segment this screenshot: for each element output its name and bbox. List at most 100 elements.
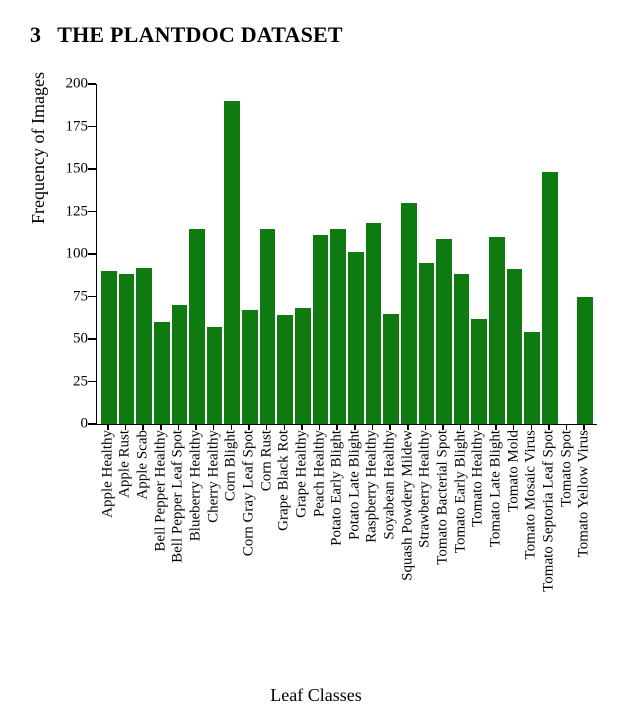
section-heading: 3 THE PLANTDOC DATASET [30, 22, 610, 48]
bar [489, 237, 505, 424]
bar [524, 332, 540, 424]
bar [436, 239, 452, 424]
bar [419, 263, 435, 425]
y-tick-label: 75 [73, 288, 88, 305]
y-tick [88, 168, 96, 170]
y-tick [88, 296, 96, 298]
x-tick-label: Corn Blight [223, 430, 240, 501]
chart: Frequency of Images 02550751001251501752… [36, 84, 596, 704]
x-tick-label: Tomato Yellow Virus [576, 430, 593, 557]
x-tick-label: Apple Healthy [99, 430, 116, 518]
x-tick [231, 424, 233, 430]
x-tick [319, 424, 321, 430]
x-tick-label: Bell Pepper Leaf Spot [170, 430, 187, 563]
x-tick [372, 424, 374, 430]
bar [136, 268, 152, 424]
x-tick-label: Cherry Healthy [205, 430, 222, 523]
bar [101, 271, 117, 424]
x-tick-label: Tomato Mold [505, 430, 522, 512]
y-tick [88, 253, 96, 255]
bar [277, 315, 293, 424]
x-tick-label: Apple Scab [135, 430, 152, 500]
y-tick-label: 25 [73, 373, 88, 390]
y-tick [88, 423, 96, 425]
x-tick [478, 424, 480, 430]
bar [154, 322, 170, 424]
section-text: THE PLANTDOC DATASET [57, 22, 343, 47]
bar [330, 229, 346, 425]
x-tick-label: Soyabean Healthy [382, 430, 399, 540]
x-tick-label: Blueberry Healthy [188, 430, 205, 541]
y-tick-label: 200 [66, 76, 89, 93]
x-tick-label: Squash Powdery Mildew [399, 430, 416, 581]
y-tick-label: 0 [81, 416, 89, 433]
x-tick-label: Grape Healthy [293, 430, 310, 518]
x-tick-label: Tomato Late Blight [487, 430, 504, 547]
section-number: 3 [30, 22, 41, 47]
x-tick [442, 424, 444, 430]
x-tick [460, 424, 462, 430]
x-tick [248, 424, 250, 430]
bar [348, 252, 364, 424]
y-tick [88, 83, 96, 85]
y-tick-label: 150 [66, 161, 89, 178]
x-tick-label: Tomato Spot [558, 430, 575, 507]
x-tick-label: Tomato Bacterial Spot [435, 430, 452, 565]
x-tick [301, 424, 303, 430]
x-tick [566, 424, 568, 430]
bar [224, 101, 240, 424]
x-tick [548, 424, 550, 430]
x-tick [125, 424, 127, 430]
y-tick-label: 175 [66, 118, 89, 135]
x-tick [425, 424, 427, 430]
x-ticks: Apple HealthyApple RustApple ScabBell Pe… [96, 430, 596, 680]
x-tick [213, 424, 215, 430]
bar [172, 305, 188, 424]
y-tick [88, 338, 96, 340]
x-tick-label: Potato Early Blight [329, 430, 346, 546]
bar [260, 229, 276, 425]
bar [471, 319, 487, 424]
x-tick-label: Grape Black Rot [276, 430, 293, 531]
x-tick [336, 424, 338, 430]
x-tick-label: Bell Pepper Healthy [152, 430, 169, 552]
bar [313, 235, 329, 424]
x-tick-label: Corn Rust [258, 430, 275, 491]
y-tick-label: 125 [66, 203, 89, 220]
x-tick-label: Tomato Early Blight [452, 430, 469, 553]
bar [577, 297, 593, 425]
bar [295, 308, 311, 424]
x-tick-label: Tomato Septoria Leaf Spot [540, 430, 557, 592]
y-tick [88, 126, 96, 128]
bar [542, 172, 558, 424]
bar [366, 223, 382, 424]
x-tick [178, 424, 180, 430]
plot-area [96, 84, 597, 425]
x-tick [389, 424, 391, 430]
bar [507, 269, 523, 424]
x-tick-label: Corn Gray Leaf Spot [240, 430, 257, 556]
bar [383, 314, 399, 425]
x-tick-label: Apple Rust [117, 430, 134, 498]
x-tick-label: Peach Healthy [311, 430, 328, 517]
x-tick [160, 424, 162, 430]
bar [401, 203, 417, 424]
x-tick [407, 424, 409, 430]
y-tick [88, 381, 96, 383]
x-tick [195, 424, 197, 430]
x-tick [142, 424, 144, 430]
bar [454, 274, 470, 424]
x-tick [284, 424, 286, 430]
x-tick-label: Tomato Mosaic Virus [523, 430, 540, 559]
bars-container [97, 84, 597, 424]
y-axis-label: Frequency of Images [28, 72, 49, 224]
x-axis-label: Leaf Classes [36, 685, 596, 706]
x-tick [513, 424, 515, 430]
bar [207, 327, 223, 424]
x-tick-label: Strawberry Healthy [417, 430, 434, 548]
bar [189, 229, 205, 425]
x-tick [107, 424, 109, 430]
x-tick [266, 424, 268, 430]
x-tick [583, 424, 585, 430]
y-tick [88, 211, 96, 213]
